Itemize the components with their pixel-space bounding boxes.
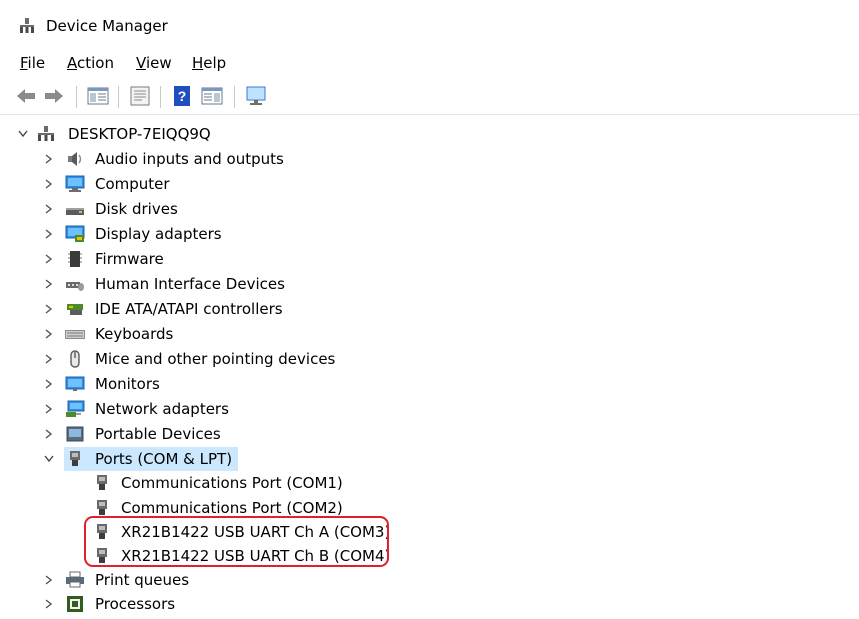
- tree-item-processors[interactable]: Processors: [0, 592, 859, 616]
- tree-item-label: Firmware: [95, 250, 164, 268]
- tree-item-label: Audio inputs and outputs: [95, 150, 284, 168]
- tree-item-display-adapters[interactable]: Display adapters: [0, 222, 859, 246]
- chevron-right-icon[interactable]: [42, 272, 56, 296]
- tree-item-label: Computer: [95, 175, 170, 193]
- forward-button[interactable]: [42, 84, 66, 108]
- tree-item-keyboards[interactable]: Keyboards: [0, 322, 859, 346]
- tree-item-network-adapters[interactable]: Network adapters: [0, 397, 859, 421]
- keyboard-icon: [65, 330, 85, 339]
- chevron-right-icon[interactable]: [42, 422, 56, 446]
- tree-item-label: Monitors: [95, 375, 160, 393]
- port-icon: [97, 500, 107, 515]
- scan-hardware-button[interactable]: [244, 84, 268, 108]
- tree-root[interactable]: DESKTOP-7EIQQ9Q: [0, 122, 859, 146]
- chevron-right-icon[interactable]: [42, 197, 56, 221]
- tree-item-label: Mice and other pointing devices: [95, 350, 336, 368]
- port-icon: [97, 475, 107, 490]
- tree-item-computer[interactable]: Computer: [0, 172, 859, 196]
- forward-arrow-icon: [45, 89, 63, 103]
- menu-help[interactable]: Help: [192, 53, 226, 73]
- chevron-down-icon[interactable]: [16, 122, 30, 146]
- device-manager-window: Device Manager File Action View Help ? D…: [0, 0, 859, 619]
- printer-icon: [66, 571, 84, 588]
- tree-item-disk-drives[interactable]: Disk drives: [0, 197, 859, 221]
- tree-item-mice[interactable]: Mice and other pointing devices: [0, 347, 859, 371]
- toolbar-separator: [76, 86, 77, 108]
- tree-item-label: Communications Port (COM2): [121, 499, 343, 517]
- tree-item-label: Display adapters: [95, 225, 222, 243]
- device-manager-icon: [20, 18, 34, 33]
- chevron-right-icon[interactable]: [42, 172, 56, 196]
- mouse-icon: [70, 350, 80, 368]
- action-pane-button[interactable]: [200, 84, 224, 108]
- chevron-down-icon[interactable]: [42, 447, 56, 471]
- monitor-icon: [65, 376, 85, 391]
- toolbar: ?: [0, 80, 859, 115]
- tree-item-portable-devices[interactable]: Portable Devices: [0, 422, 859, 446]
- help-icon: ?: [174, 86, 190, 106]
- chevron-right-icon[interactable]: [42, 397, 56, 421]
- tree-item-label: Processors: [95, 595, 176, 613]
- tree-item-monitors[interactable]: Monitors: [0, 372, 859, 396]
- tree-item-com1[interactable]: Communications Port (COM1): [0, 471, 859, 495]
- tree-item-label: Disk drives: [95, 200, 178, 218]
- action-pane-icon: [201, 87, 223, 105]
- show-hide-console-tree-button[interactable]: [86, 84, 110, 108]
- tree-item-label: Print queues: [95, 571, 190, 589]
- disk-drive-icon: [66, 208, 84, 215]
- chevron-right-icon[interactable]: [42, 147, 56, 171]
- chevron-right-icon[interactable]: [42, 372, 56, 396]
- tree-item-label: Ports (COM & LPT): [95, 450, 233, 468]
- tree-item-firmware[interactable]: Firmware: [0, 247, 859, 271]
- menu-bar: File Action View Help: [0, 50, 859, 76]
- tree-item-ports[interactable]: Ports (COM & LPT): [0, 447, 859, 471]
- menu-action[interactable]: Action: [67, 53, 114, 73]
- tree-item-hid[interactable]: Human Interface Devices: [0, 272, 859, 296]
- show-hide-console-tree-icon: [87, 87, 109, 105]
- chevron-right-icon[interactable]: [42, 347, 56, 371]
- firmware-icon: [68, 251, 82, 267]
- help-button[interactable]: ?: [170, 84, 194, 108]
- ide-controller-icon: [67, 304, 83, 315]
- properties-button[interactable]: [128, 84, 152, 108]
- speaker-icon: [68, 152, 82, 166]
- chevron-right-icon[interactable]: [42, 568, 56, 592]
- hid-icon: [66, 282, 84, 291]
- toolbar-separator: [234, 86, 235, 108]
- toolbar-separator: [160, 86, 161, 108]
- menu-file[interactable]: File: [20, 53, 45, 73]
- tree-item-print-queues[interactable]: Print queues: [0, 568, 859, 592]
- tree-item-audio[interactable]: Audio inputs and outputs: [0, 147, 859, 171]
- chevron-right-icon[interactable]: [42, 592, 56, 616]
- properties-icon: [130, 86, 150, 106]
- svg-text:?: ?: [178, 88, 187, 104]
- tree-item-ide-controllers[interactable]: IDE ATA/ATAPI controllers: [0, 297, 859, 321]
- highlight-box: [84, 516, 389, 567]
- port-icon: [70, 451, 80, 466]
- title-bar: Device Manager: [0, 0, 859, 46]
- tree-root-label: DESKTOP-7EIQQ9Q: [68, 125, 211, 143]
- toolbar-separator: [118, 86, 119, 108]
- tree-item-label: Keyboards: [95, 325, 174, 343]
- back-button[interactable]: [14, 84, 38, 108]
- computer-icon: [65, 175, 85, 192]
- chevron-right-icon[interactable]: [42, 297, 56, 321]
- computer-tree-icon: [38, 126, 54, 141]
- monitor-icon: [246, 86, 266, 105]
- tree-item-label: Human Interface Devices: [95, 275, 285, 293]
- menu-view[interactable]: View: [136, 53, 172, 73]
- tree-item-label: Network adapters: [95, 400, 229, 418]
- portable-device-icon: [66, 426, 84, 442]
- display-adapter-icon: [65, 225, 85, 242]
- chevron-right-icon[interactable]: [42, 222, 56, 246]
- tree-item-label: IDE ATA/ATAPI controllers: [95, 300, 283, 318]
- chevron-right-icon[interactable]: [42, 322, 56, 346]
- tree-item-label: Communications Port (COM1): [121, 474, 343, 492]
- processor-icon: [67, 596, 83, 612]
- tree-item-label: Portable Devices: [95, 425, 221, 443]
- network-adapter-icon: [66, 400, 85, 417]
- chevron-right-icon[interactable]: [42, 247, 56, 271]
- window-title: Device Manager: [46, 17, 168, 35]
- back-arrow-icon: [17, 89, 35, 103]
